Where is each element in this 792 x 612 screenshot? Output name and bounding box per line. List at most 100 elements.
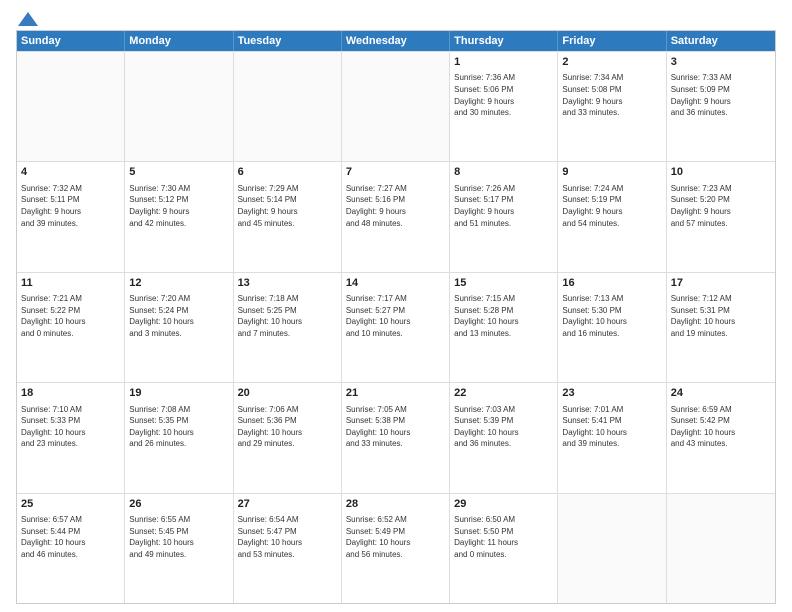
cell-day-number: 26 xyxy=(129,497,228,512)
calendar-cell: 14Sunrise: 7:17 AM Sunset: 5:27 PM Dayli… xyxy=(342,273,450,382)
cell-day-number: 25 xyxy=(21,497,120,512)
calendar-cell: 24Sunrise: 6:59 AM Sunset: 5:42 PM Dayli… xyxy=(667,383,775,492)
cell-info: Sunrise: 7:08 AM Sunset: 5:35 PM Dayligh… xyxy=(129,404,228,450)
calendar-cell: 7Sunrise: 7:27 AM Sunset: 5:16 PM Daylig… xyxy=(342,162,450,271)
calendar-cell xyxy=(558,494,666,603)
calendar-cell: 2Sunrise: 7:34 AM Sunset: 5:08 PM Daylig… xyxy=(558,52,666,161)
calendar-cell: 19 Sunrise: 7:08 AM Sunset: 5:35 PM Dayli… xyxy=(125,383,233,492)
calendar-cell: 13Sunrise: 7:18 AM Sunset: 5:25 PM Dayli… xyxy=(234,273,342,382)
calendar-cell: 8 Sunrise: 7:26 AM Sunset: 5:17 PM Daylig… xyxy=(450,162,558,271)
cell-day-number: 6 xyxy=(238,165,337,180)
cell-day-number: 10 xyxy=(671,165,771,180)
calendar-cell: 21 Sunrise: 7:05 AM Sunset: 5:38 PM Dayli… xyxy=(342,383,450,492)
calendar-cell xyxy=(667,494,775,603)
calendar-cell: 20Sunrise: 7:06 AM Sunset: 5:36 PM Dayli… xyxy=(234,383,342,492)
cell-info: Sunrise: 6:50 AM Sunset: 5:50 PM Dayligh… xyxy=(454,514,553,560)
cell-info: Sunrise: 7:29 AM Sunset: 5:14 PM Dayligh… xyxy=(238,183,337,229)
cell-info: Sunrise: 7:13 AM Sunset: 5:30 PM Dayligh… xyxy=(562,293,661,339)
calendar-body: 1 Sunrise: 7:36 AM Sunset: 5:06 PM Daylig… xyxy=(17,51,775,603)
cell-day-number: 29 xyxy=(454,497,553,512)
cell-info: Sunrise: 7:34 AM Sunset: 5:08 PM Dayligh… xyxy=(562,72,661,118)
calendar-row: 11 Sunrise: 7:21 AM Sunset: 5:22 PM Dayli… xyxy=(17,272,775,382)
cell-day-number: 13 xyxy=(238,276,337,291)
cell-info: Sunrise: 7:23 AM Sunset: 5:20 PM Dayligh… xyxy=(671,183,771,229)
logo xyxy=(16,12,38,24)
calendar-cell: 10 Sunrise: 7:23 AM Sunset: 5:20 PM Dayli… xyxy=(667,162,775,271)
cell-info: Sunrise: 7:21 AM Sunset: 5:22 PM Dayligh… xyxy=(21,293,120,339)
calendar-header-cell: Tuesday xyxy=(234,31,342,51)
cell-day-number: 24 xyxy=(671,386,771,401)
cell-day-number: 27 xyxy=(238,497,337,512)
calendar-header-row: SundayMondayTuesdayWednesdayThursdayFrid… xyxy=(17,31,775,51)
calendar-header-cell: Sunday xyxy=(17,31,125,51)
cell-info: Sunrise: 7:30 AM Sunset: 5:12 PM Dayligh… xyxy=(129,183,228,229)
calendar-cell: 26 Sunrise: 6:55 AM Sunset: 5:45 PM Dayli… xyxy=(125,494,233,603)
header xyxy=(16,12,776,24)
calendar-row: 25 Sunrise: 6:57 AM Sunset: 5:44 PM Dayli… xyxy=(17,493,775,603)
calendar-header-cell: Thursday xyxy=(450,31,558,51)
cell-day-number: 21 xyxy=(346,386,445,401)
page: SundayMondayTuesdayWednesdayThursdayFrid… xyxy=(0,0,792,612)
cell-day-number: 15 xyxy=(454,276,553,291)
cell-info: Sunrise: 7:24 AM Sunset: 5:19 PM Dayligh… xyxy=(562,183,661,229)
cell-info: Sunrise: 7:12 AM Sunset: 5:31 PM Dayligh… xyxy=(671,293,771,339)
cell-info: Sunrise: 6:52 AM Sunset: 5:49 PM Dayligh… xyxy=(346,514,445,560)
calendar-row: 4 Sunrise: 7:32 AM Sunset: 5:11 PM Daylig… xyxy=(17,161,775,271)
cell-day-number: 16 xyxy=(562,276,661,291)
calendar-cell xyxy=(125,52,233,161)
cell-info: Sunrise: 7:05 AM Sunset: 5:38 PM Dayligh… xyxy=(346,404,445,450)
calendar-header-cell: Friday xyxy=(558,31,666,51)
calendar-cell: 18Sunrise: 7:10 AM Sunset: 5:33 PM Dayli… xyxy=(17,383,125,492)
calendar-cell: 17 Sunrise: 7:12 AM Sunset: 5:31 PM Dayli… xyxy=(667,273,775,382)
cell-day-number: 4 xyxy=(21,165,120,180)
cell-day-number: 14 xyxy=(346,276,445,291)
calendar-cell: 28 Sunrise: 6:52 AM Sunset: 5:49 PM Dayli… xyxy=(342,494,450,603)
cell-info: Sunrise: 7:26 AM Sunset: 5:17 PM Dayligh… xyxy=(454,183,553,229)
cell-info: Sunrise: 6:57 AM Sunset: 5:44 PM Dayligh… xyxy=(21,514,120,560)
cell-day-number: 20 xyxy=(238,386,337,401)
cell-info: Sunrise: 7:33 AM Sunset: 5:09 PM Dayligh… xyxy=(671,72,771,118)
calendar-cell: 23Sunrise: 7:01 AM Sunset: 5:41 PM Dayli… xyxy=(558,383,666,492)
calendar-cell xyxy=(17,52,125,161)
calendar-row: 1 Sunrise: 7:36 AM Sunset: 5:06 PM Daylig… xyxy=(17,51,775,161)
cell-info: Sunrise: 7:20 AM Sunset: 5:24 PM Dayligh… xyxy=(129,293,228,339)
cell-info: Sunrise: 6:54 AM Sunset: 5:47 PM Dayligh… xyxy=(238,514,337,560)
cell-info: Sunrise: 7:32 AM Sunset: 5:11 PM Dayligh… xyxy=(21,183,120,229)
calendar-cell: 27 Sunrise: 6:54 AM Sunset: 5:47 PM Dayli… xyxy=(234,494,342,603)
calendar-cell: 15 Sunrise: 7:15 AM Sunset: 5:28 PM Dayli… xyxy=(450,273,558,382)
cell-day-number: 23 xyxy=(562,386,661,401)
calendar-cell: 6 Sunrise: 7:29 AM Sunset: 5:14 PM Daylig… xyxy=(234,162,342,271)
calendar-cell: 5 Sunrise: 7:30 AM Sunset: 5:12 PM Daylig… xyxy=(125,162,233,271)
cell-day-number: 5 xyxy=(129,165,228,180)
calendar: SundayMondayTuesdayWednesdayThursdayFrid… xyxy=(16,30,776,604)
calendar-cell: 4 Sunrise: 7:32 AM Sunset: 5:11 PM Daylig… xyxy=(17,162,125,271)
calendar-cell: 16 Sunrise: 7:13 AM Sunset: 5:30 PM Dayli… xyxy=(558,273,666,382)
cell-day-number: 12 xyxy=(129,276,228,291)
cell-day-number: 28 xyxy=(346,497,445,512)
cell-day-number: 19 xyxy=(129,386,228,401)
calendar-header-cell: Monday xyxy=(125,31,233,51)
calendar-header-cell: Wednesday xyxy=(342,31,450,51)
calendar-cell xyxy=(234,52,342,161)
cell-day-number: 7 xyxy=(346,165,445,180)
cell-day-number: 11 xyxy=(21,276,120,291)
calendar-cell: 11 Sunrise: 7:21 AM Sunset: 5:22 PM Dayli… xyxy=(17,273,125,382)
cell-info: Sunrise: 7:03 AM Sunset: 5:39 PM Dayligh… xyxy=(454,404,553,450)
calendar-cell: 9 Sunrise: 7:24 AM Sunset: 5:19 PM Daylig… xyxy=(558,162,666,271)
cell-day-number: 9 xyxy=(562,165,661,180)
calendar-cell: 25 Sunrise: 6:57 AM Sunset: 5:44 PM Dayli… xyxy=(17,494,125,603)
logo-icon xyxy=(18,12,38,26)
cell-info: Sunrise: 6:55 AM Sunset: 5:45 PM Dayligh… xyxy=(129,514,228,560)
calendar-cell: 3 Sunrise: 7:33 AM Sunset: 5:09 PM Daylig… xyxy=(667,52,775,161)
cell-day-number: 18 xyxy=(21,386,120,401)
cell-day-number: 8 xyxy=(454,165,553,180)
cell-day-number: 17 xyxy=(671,276,771,291)
cell-day-number: 3 xyxy=(671,55,771,70)
cell-info: Sunrise: 7:36 AM Sunset: 5:06 PM Dayligh… xyxy=(454,72,553,118)
cell-info: Sunrise: 7:15 AM Sunset: 5:28 PM Dayligh… xyxy=(454,293,553,339)
calendar-header-cell: Saturday xyxy=(667,31,775,51)
cell-day-number: 1 xyxy=(454,55,553,70)
calendar-cell xyxy=(342,52,450,161)
calendar-cell: 12 Sunrise: 7:20 AM Sunset: 5:24 PM Dayli… xyxy=(125,273,233,382)
calendar-cell: 29 Sunrise: 6:50 AM Sunset: 5:50 PM Dayli… xyxy=(450,494,558,603)
